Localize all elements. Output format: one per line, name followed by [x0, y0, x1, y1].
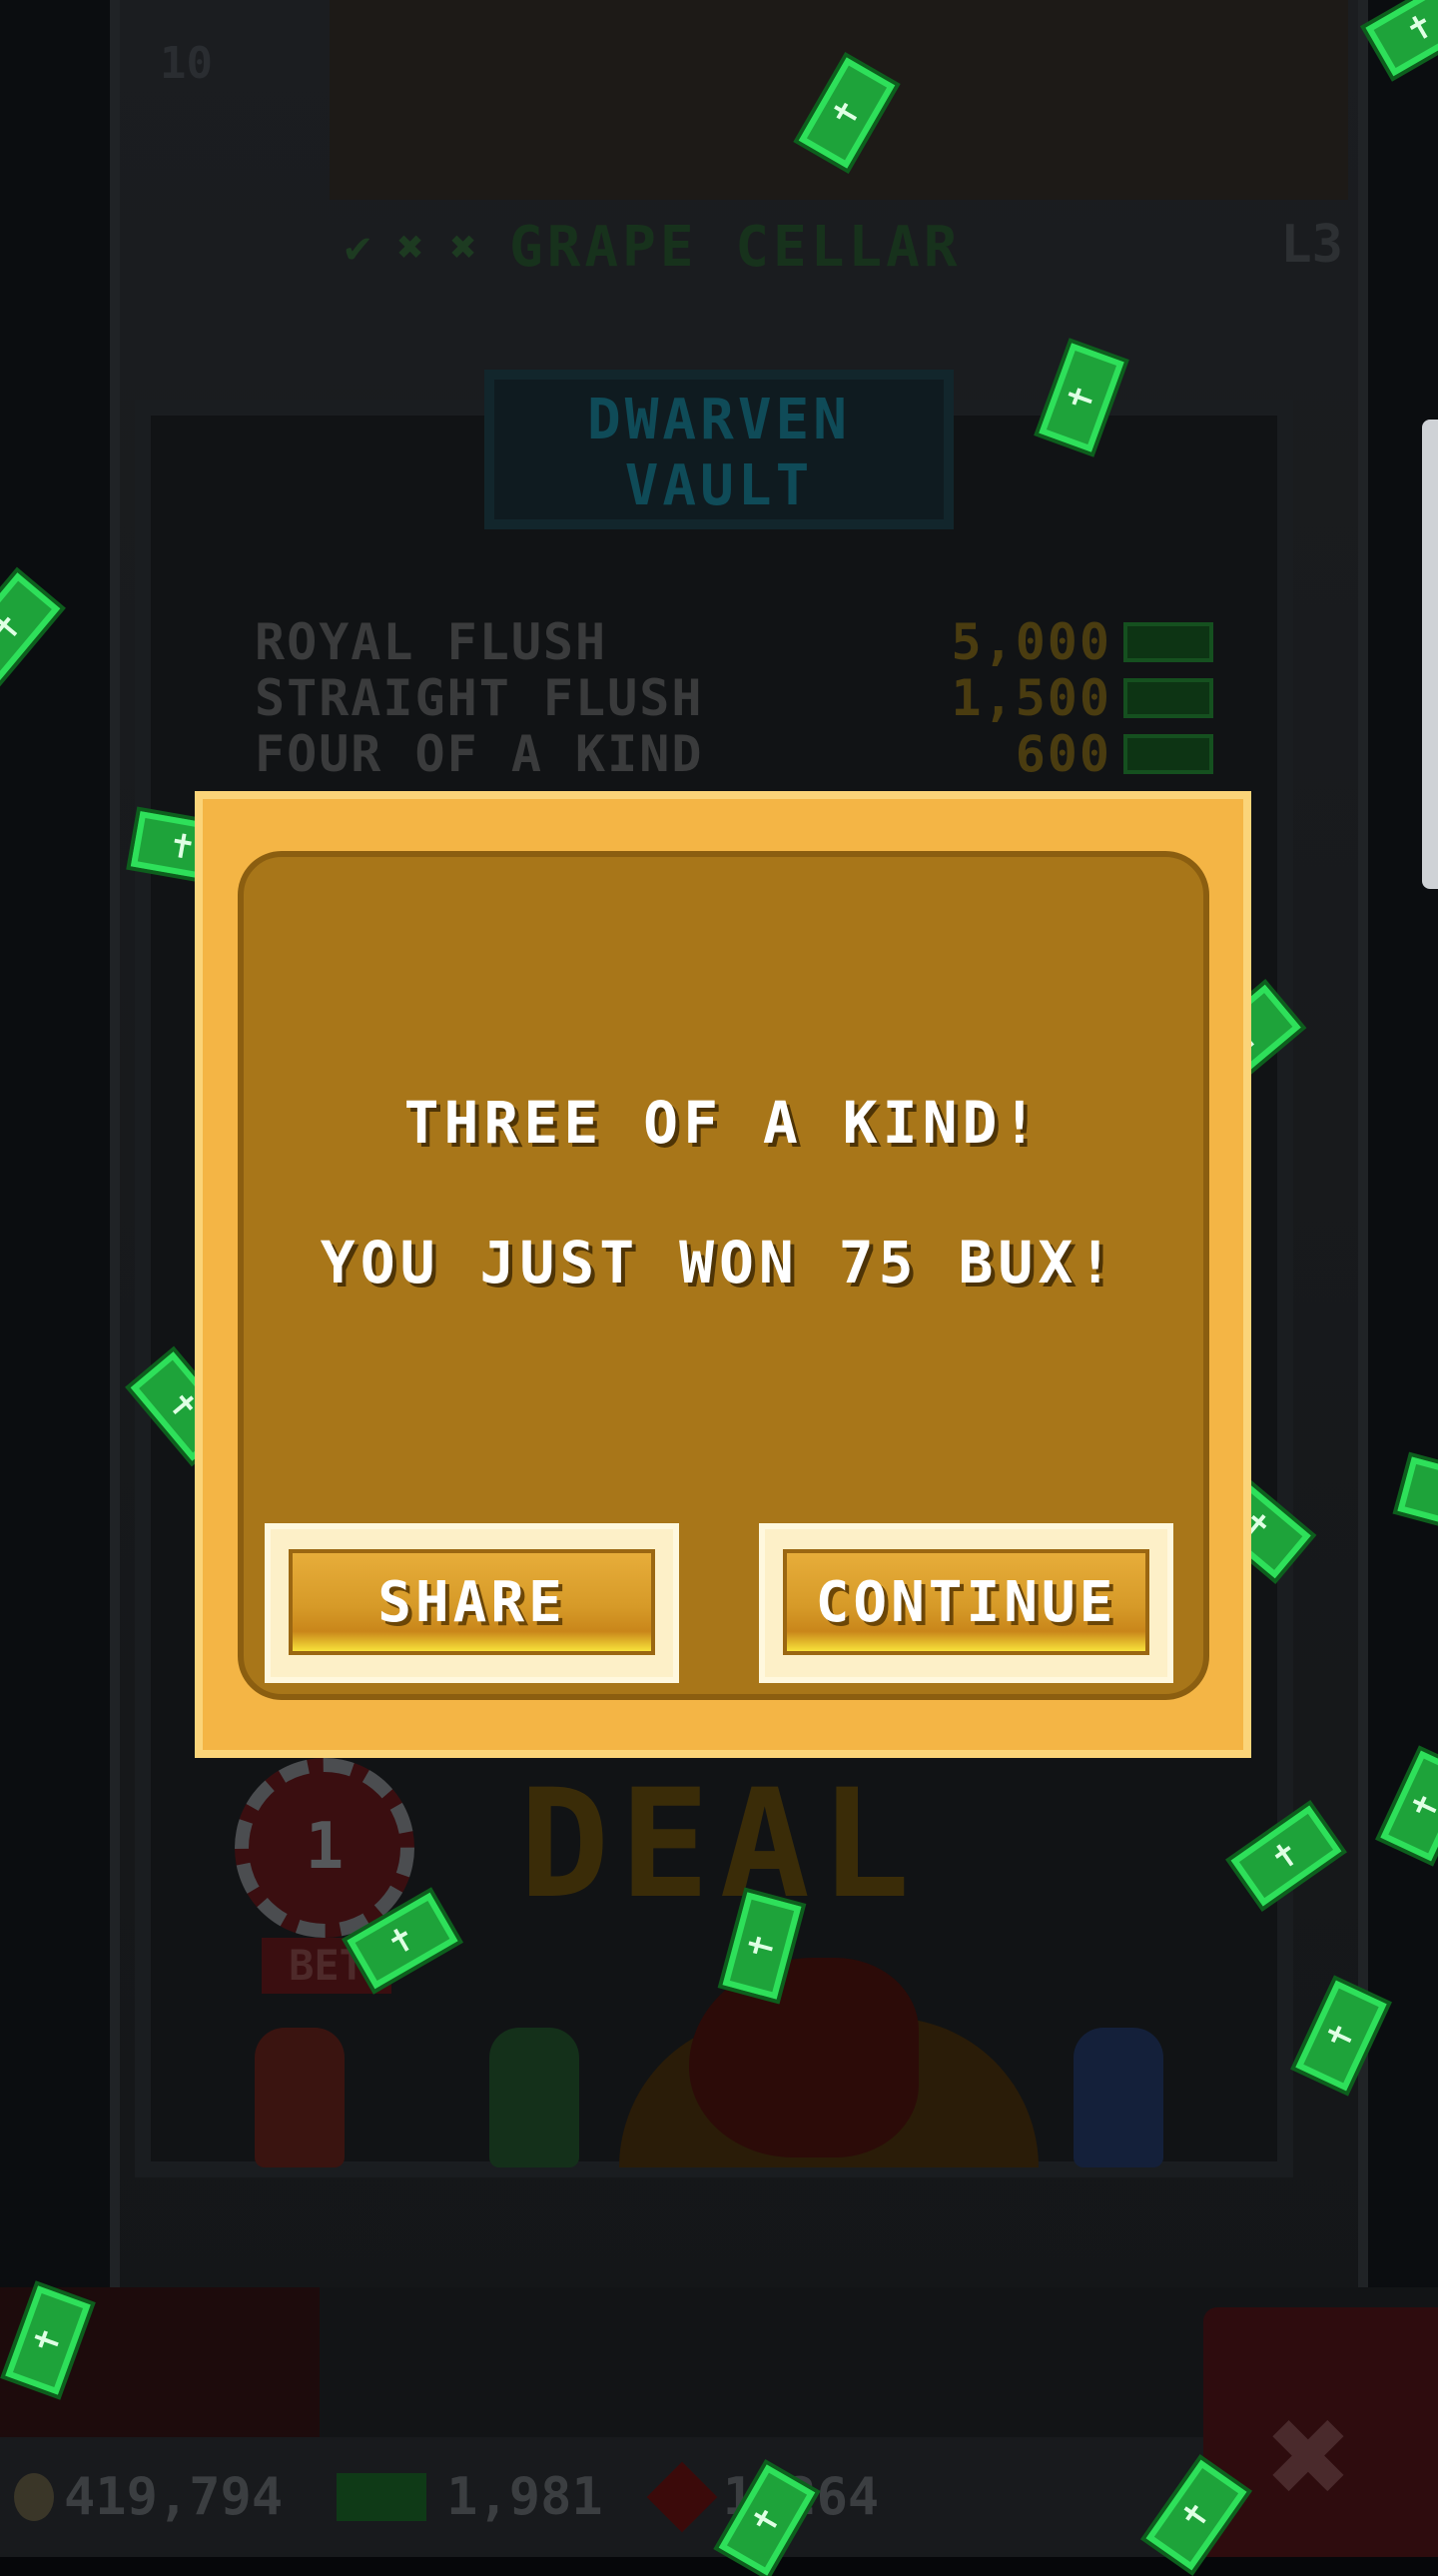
dwarf-character: [1074, 2028, 1163, 2167]
bux-icon: [1123, 678, 1213, 718]
deal-button-background: DEAL: [519, 1758, 921, 1932]
share-button-label[interactable]: SHARE: [289, 1549, 655, 1655]
bux-count: 1,981: [446, 2467, 603, 2527]
paytable-hand: ROYAL FLUSH: [255, 613, 608, 671]
share-button[interactable]: SHARE: [265, 1523, 679, 1683]
continue-button[interactable]: CONTINUE: [759, 1523, 1173, 1683]
paytable-row: FOUR OF A KIND 600: [255, 725, 1213, 783]
dwarf-character: [489, 2028, 579, 2167]
continue-button-label[interactable]: CONTINUE: [783, 1549, 1149, 1655]
bux-icon: [1123, 622, 1213, 662]
paytable-payout: 600: [1015, 725, 1111, 783]
dialog-message: YOU JUST WON 75 BUX!: [320, 1229, 1118, 1296]
bet-chip: 1: [235, 1758, 414, 1938]
edge-panel-handle[interactable]: [1422, 420, 1438, 889]
paytable-row: ROYAL FLUSH 5,000: [255, 613, 1213, 671]
paytable-payout: 5,000: [951, 613, 1111, 671]
paytable-hand: STRAIGHT FLUSH: [255, 669, 704, 727]
vault-sign: DWARVEN VAULT: [484, 370, 954, 529]
floor-name: GRAPE CELLAR: [509, 215, 962, 280]
close-icon[interactable]: ✖: [1268, 2387, 1352, 2527]
coin-icon: [14, 2473, 54, 2521]
bux-icon: [337, 2473, 427, 2521]
bux-counter: 1,981: [297, 2467, 603, 2527]
paytable-row: STRAIGHT FLUSH 1,500: [255, 669, 1213, 727]
coin-count: 419,794: [64, 2467, 284, 2527]
floor-status-icons: ✔ ✖ ✖: [345, 222, 477, 273]
floor-number: 10: [160, 38, 213, 89]
coin-counter: 419,794: [14, 2467, 283, 2527]
dialog-title: THREE OF A KIND!: [403, 1089, 1043, 1157]
paytable-hand: FOUR OF A KIND: [255, 725, 704, 783]
paytable-payout: 1,500: [951, 669, 1111, 727]
bux-icon: [1123, 734, 1213, 774]
gem-icon: [646, 2461, 718, 2533]
paytable: ROYAL FLUSH 5,000 STRAIGHT FLUSH 1,500 F…: [255, 613, 1213, 783]
dwarf-character: [255, 2028, 345, 2167]
floor-level: L3: [1280, 215, 1343, 275]
